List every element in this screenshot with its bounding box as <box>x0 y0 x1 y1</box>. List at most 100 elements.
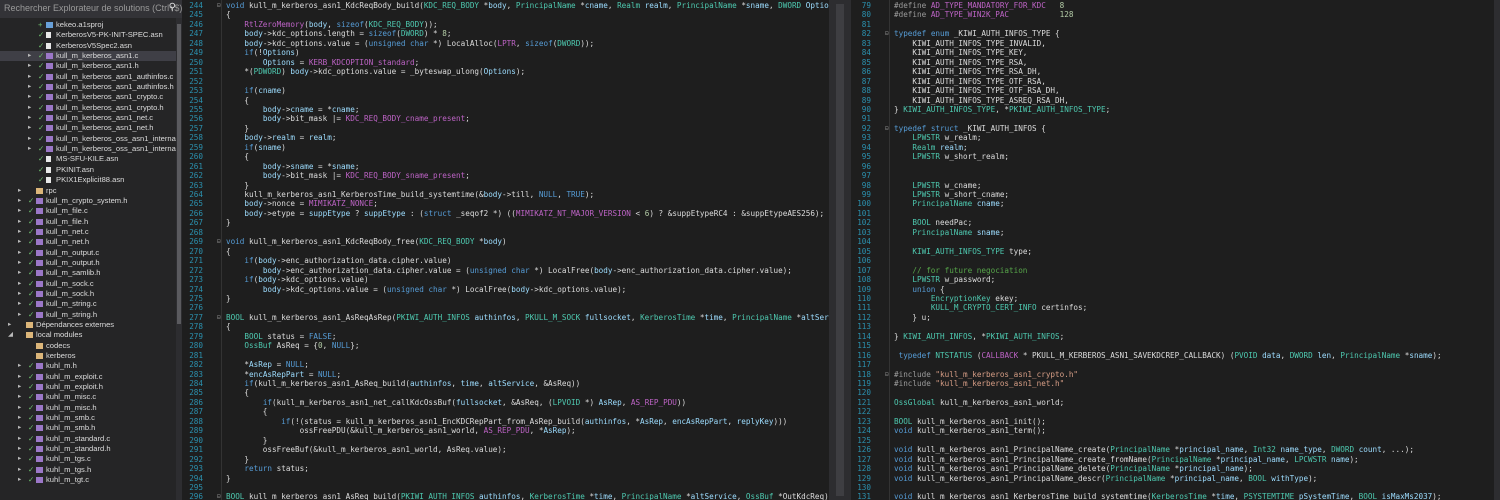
code-line[interactable]: typedef enum _KIWI_AUTH_INFOS_TYPE { <box>894 29 1060 38</box>
expand-arrow-icon[interactable]: ▸ <box>18 413 21 421</box>
code-line[interactable]: BOOL kull_m_kerberos_asn1_AsReq_build(PK… <box>226 492 829 500</box>
code-line[interactable]: #include "kull_m_kerberos_asn1_crypto.h" <box>894 370 1078 379</box>
code-line[interactable]: BOOL kull_m_kerberos_asn1_AsReqAsRep(PKI… <box>226 313 829 322</box>
code-line[interactable]: { <box>226 247 231 256</box>
expand-arrow-icon[interactable]: ▸ <box>18 227 21 235</box>
tree-item[interactable]: ▸ ✓ kull_m_kerberos_asn1.c <box>0 51 176 62</box>
code-line[interactable]: body->nonce = MIMIKATZ_NONCE; <box>226 199 377 208</box>
tree-item[interactable]: ▸ ✓ kull_m_kerberos_asn1.h <box>0 61 176 71</box>
code-line[interactable]: LPWSTR w_short_cname; <box>894 190 1009 199</box>
code-line[interactable]: KULL_M_CRYPTO_CERT_INFO certinfos; <box>894 303 1087 312</box>
code-line[interactable]: } <box>226 181 249 190</box>
code-line[interactable]: if(body->enc_authorization_data.cipher.v… <box>226 256 451 265</box>
expand-arrow-icon[interactable]: ▸ <box>28 51 31 59</box>
expand-arrow-icon[interactable]: ▸ <box>28 134 31 142</box>
code-line[interactable]: KIWI_AUTH_INFOS_TYPE type; <box>894 247 1032 256</box>
tree-item[interactable]: ✓ PKIX1Explicit88.asn <box>0 175 176 185</box>
tree-item[interactable]: ▸ ✓ kuhl_m.h <box>0 361 176 371</box>
tree-item[interactable]: ▸ ✓ kuhl_m_exploit.h <box>0 382 176 392</box>
expand-arrow-icon[interactable]: ▸ <box>18 434 21 442</box>
code-line[interactable]: OssGlobal kull_m_kerberos_asn1_world; <box>894 398 1064 407</box>
code-line[interactable]: body->kdc_options.value = (unsigned char… <box>226 39 594 48</box>
expand-arrow-icon[interactable]: ▸ <box>18 382 21 390</box>
code-editor-right[interactable]: 79 #define AD_TYPE_MANDATORY_FOR_KDC 8 80 #… <box>851 0 1494 500</box>
tree-item[interactable]: ▸ ✓ kuhl_m_standard.c <box>0 434 176 444</box>
code-line[interactable]: // for future negociation <box>894 266 1027 275</box>
expand-arrow-icon[interactable]: ▸ <box>18 444 21 452</box>
code-line[interactable]: OssBuf AsReq = {0, NULL}; <box>226 341 359 350</box>
tree-item[interactable]: ▸ ✓ kull_m_net.c <box>0 227 176 237</box>
tree-item[interactable]: ▸ ✓ kull_m_kerberos_asn1_crypto.c <box>0 92 176 102</box>
expand-arrow-icon[interactable]: ▸ <box>18 372 21 380</box>
code-line[interactable]: if(!Options) <box>226 48 299 57</box>
code-line[interactable]: *encAsRepPart = NULL; <box>226 370 341 379</box>
tree-item[interactable]: ▸ ✓ kull_m_samlib.h <box>0 268 176 278</box>
tree-item[interactable]: ▸ ✓ kuhl_m_misc.h <box>0 403 176 413</box>
expand-arrow-icon[interactable]: ▸ <box>18 289 21 297</box>
tree-item[interactable]: ▸ ✓ kuhl_m_exploit.c <box>0 372 176 382</box>
tree-item[interactable]: ▸ ✓ kull_m_kerberos_oss_asn1_internal_w <box>0 144 176 154</box>
tree-item[interactable]: ▸ ✓ kull_m_sock.c <box>0 279 176 289</box>
tree-item[interactable]: ▸ ✓ kull_m_kerberos_asn1_authinfos.c <box>0 72 176 82</box>
expand-arrow-icon[interactable]: ▸ <box>18 258 21 266</box>
tree-item[interactable]: ▸ ✓ kuhl_m_tgs.h <box>0 465 176 475</box>
code-line[interactable]: } <box>226 294 231 303</box>
code-line[interactable]: if(sname) <box>226 143 285 152</box>
fold-toggle-icon[interactable]: ⊟ <box>885 371 889 378</box>
tree-item[interactable]: ▸ ✓ kull_m_kerberos_oss_asn1_internal.h <box>0 134 176 144</box>
code-line[interactable]: KIWI_AUTH_INFOS_TYPE_INVALID, <box>894 39 1045 48</box>
code-line[interactable]: body->etype = suppEtype ? suppEtype : (s… <box>226 209 824 218</box>
code-line[interactable]: body->sname = *sname; <box>226 162 360 171</box>
code-line[interactable]: } KIWI_AUTH_INFOS_TYPE, *PKIWI_AUTH_INFO… <box>894 105 1110 114</box>
expand-arrow-icon[interactable]: ▸ <box>18 248 21 256</box>
code-line[interactable]: RtlZeroMemory(body, sizeof(KDC_REQ_BODY)… <box>226 20 437 29</box>
tree-item[interactable]: ▸ rpc <box>0 186 176 196</box>
expand-arrow-icon[interactable]: ▸ <box>18 403 21 411</box>
code-line[interactable]: void kull_m_kerberos_asn1_PrincipalName_… <box>894 445 1414 454</box>
code-line[interactable]: { <box>226 152 249 161</box>
code-line[interactable]: KIWI_AUTH_INFOS_TYPE_OTF_RSA, <box>894 77 1045 86</box>
code-line[interactable]: { <box>226 388 249 397</box>
code-line[interactable]: KIWI_AUTH_INFOS_TYPE_ASREQ_RSA_DH, <box>894 96 1068 105</box>
tree-item[interactable]: ◢ local modules <box>0 330 176 340</box>
code-line[interactable]: body->kdc_options.length = sizeof(DWORD)… <box>226 29 451 38</box>
expand-arrow-icon[interactable]: ▸ <box>18 475 21 483</box>
code-line[interactable]: BOOL needPac; <box>894 218 972 227</box>
code-line[interactable]: Options = KERB_KDCOPTION_standard; <box>226 58 419 67</box>
code-line[interactable]: #define AD_TYPE_MANDATORY_FOR_KDC 8 <box>894 1 1064 10</box>
editor-splitter[interactable] <box>829 0 851 500</box>
code-line[interactable]: void kull_m_kerberos_asn1_KdcReqBody_bui… <box>226 1 829 10</box>
code-line[interactable]: LPWSTR w_password; <box>894 275 995 284</box>
code-line[interactable]: #define AD_TYPE_WIN2K_PAC 128 <box>894 10 1073 19</box>
expand-arrow-icon[interactable]: ▸ <box>18 279 21 287</box>
tree-item[interactable]: ▸ ✓ kull_m_output.c <box>0 248 176 258</box>
code-line[interactable]: if(cname) <box>226 86 285 95</box>
code-line[interactable]: if(kull_m_kerberos_asn1_AsReq_build(auth… <box>226 379 580 388</box>
code-editor-left[interactable]: 244 ⊟ void kull_m_kerberos_asn1_KdcReqBody… <box>183 0 829 500</box>
expand-arrow-icon[interactable]: ▸ <box>18 237 21 245</box>
tree-item[interactable]: ▸ ✓ kuhl_m_smb.c <box>0 413 176 423</box>
code-line[interactable]: } u; <box>894 313 930 322</box>
expand-arrow-icon[interactable]: ▸ <box>18 392 21 400</box>
code-line[interactable]: BOOL status = FALSE; <box>226 332 336 341</box>
expand-arrow-icon[interactable]: ▸ <box>18 217 21 225</box>
tree-item[interactable]: ▸ ✓ kuhl_m_smb.h <box>0 423 176 433</box>
code-line[interactable]: } <box>226 455 249 464</box>
code-line[interactable]: void kull_m_kerberos_asn1_PrincipalName_… <box>894 474 1317 483</box>
code-line[interactable]: KIWI_AUTH_INFOS_TYPE_RSA, <box>894 58 1027 67</box>
code-line[interactable]: body->kdc_options.value = (unsigned char… <box>226 285 626 294</box>
code-line[interactable]: void kull_m_kerberos_asn1_KdcReqBody_fre… <box>226 237 507 246</box>
code-line[interactable]: void kull_m_kerberos_asn1_PrincipalName_… <box>894 464 1253 473</box>
code-line[interactable]: BOOL kull_m_kerberos_asn1_init(); <box>894 417 1046 426</box>
tree-item[interactable]: ✓ MS-SFU-KILE.asn <box>0 154 176 164</box>
code-line[interactable]: LPWSTR w_short_realm; <box>894 152 1009 161</box>
code-line[interactable]: if(kull_m_kerberos_asn1_net_callKdcOssBu… <box>226 398 686 407</box>
tree-item[interactable]: codecs <box>0 341 176 351</box>
fold-toggle-icon[interactable]: ⊟ <box>217 238 221 245</box>
code-line[interactable]: body->bit_mask |= KDC_REQ_BODY_cname_pre… <box>226 114 470 123</box>
expand-arrow-icon[interactable]: ▸ <box>18 268 21 276</box>
tree-item[interactable]: ▸ ✓ kull_m_string.c <box>0 299 176 309</box>
expand-arrow-icon[interactable]: ▸ <box>28 92 31 100</box>
expand-arrow-icon[interactable]: ▸ <box>18 361 21 369</box>
expand-arrow-icon[interactable]: ▸ <box>18 423 21 431</box>
